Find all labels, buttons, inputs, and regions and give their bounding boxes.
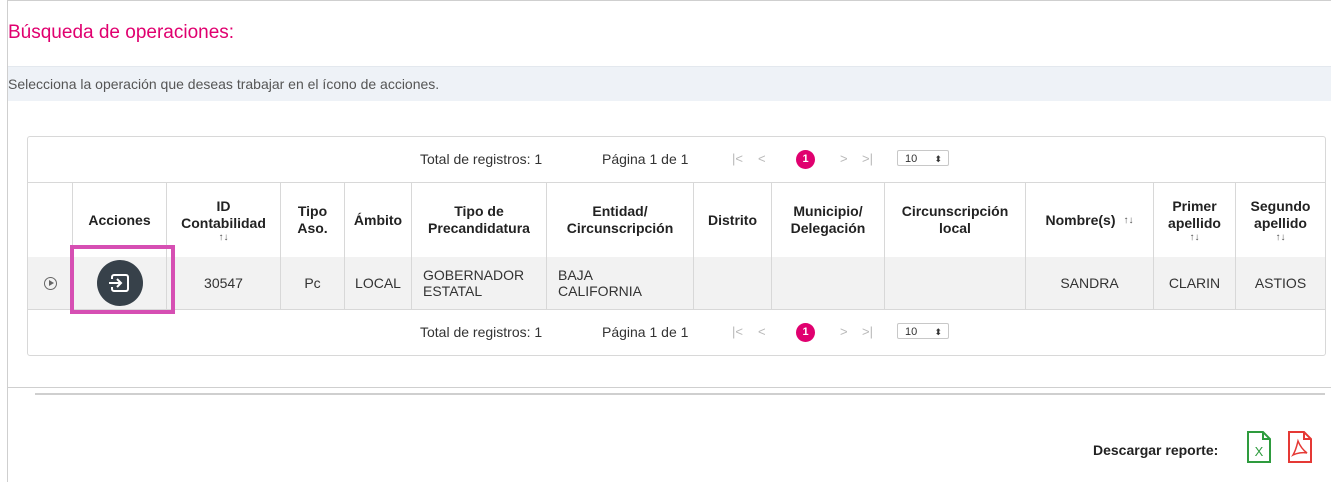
select-caret-icon: ⬍: [934, 327, 942, 337]
col-label: ID: [216, 197, 231, 214]
page-info: Página 1 de 1: [602, 151, 689, 167]
col-primer-apellido[interactable]: Primer apellido ↑↓: [1153, 183, 1235, 257]
col-label: Tipo: [297, 203, 328, 219]
pdf-icon[interactable]: [1287, 431, 1313, 463]
col-id-contabilidad[interactable]: ID Contabilidad ↑↓: [166, 183, 280, 257]
col-label: Circunscripción: [566, 220, 674, 236]
col-label: Primer: [1172, 197, 1217, 214]
col-segundo-apellido[interactable]: Segundo apellido ↑↓: [1235, 183, 1325, 257]
enter-icon: [108, 274, 129, 292]
excel-icon[interactable]: X: [1246, 431, 1272, 463]
col-label: Nombre(s): [1045, 211, 1116, 228]
col-entidad: Entidad/ Circunscripción: [546, 183, 693, 257]
col-tipo-precandidatura: Tipo de Precandidatura: [411, 183, 546, 257]
expand-row-icon[interactable]: [43, 276, 57, 290]
prev-page-button[interactable]: <: [758, 151, 766, 166]
top-border: [7, 0, 1331, 1]
page-size-value: 10: [905, 153, 918, 165]
pager-bottom: Total de registros: 1 Página 1 de 1 |< <…: [28, 310, 1325, 354]
divider: [35, 393, 1325, 395]
sort-icon[interactable]: ↑↓: [219, 232, 229, 243]
col-circunscripcion-local: Circunscripción local: [884, 183, 1025, 257]
page-title: Búsqueda de operaciones:: [8, 22, 235, 43]
col-label: Distrito: [708, 211, 757, 228]
expand-cell[interactable]: [28, 257, 72, 309]
actions-cell: [72, 257, 166, 309]
tipo-aso-cell: Pc: [280, 257, 344, 309]
sort-icon[interactable]: ↑↓: [1124, 215, 1134, 226]
entidad-cell: BAJA CALIFORNIA: [546, 257, 693, 309]
instructions-text: Selecciona la operación que deseas traba…: [8, 76, 440, 92]
page-info: Página 1 de 1: [602, 324, 689, 340]
tipo-precandidatura-cell: GOBERNADOR ESTATAL: [411, 257, 546, 309]
col-label: Contabilidad: [181, 214, 266, 231]
col-nombre[interactable]: Nombre(s) ↑↓: [1025, 183, 1153, 257]
segundo-apellido-cell: ASTIOS: [1235, 257, 1325, 309]
col-expand: [28, 183, 72, 257]
svg-text:X: X: [1255, 444, 1264, 459]
col-municipio: Municipio/ Delegación: [771, 183, 884, 257]
page-size-select[interactable]: 10 ⬍: [897, 323, 949, 339]
page-size-select[interactable]: 10 ⬍: [897, 150, 949, 166]
col-label: Acciones: [88, 211, 151, 228]
next-page-button[interactable]: >: [840, 324, 848, 339]
sort-icon[interactable]: ↑↓: [1190, 232, 1200, 243]
first-page-button[interactable]: |<: [732, 151, 743, 166]
col-distrito: Distrito: [693, 183, 771, 257]
prev-page-button[interactable]: <: [758, 324, 766, 339]
table-row: 30547 Pc LOCAL GOBERNADOR ESTATAL BAJA C…: [28, 257, 1325, 310]
col-label: Delegación: [790, 220, 866, 236]
actions-button[interactable]: [96, 260, 143, 306]
select-caret-icon: ⬍: [934, 154, 942, 164]
instructions-bar: Selecciona la operación que deseas traba…: [8, 66, 1331, 101]
total-records: Total de registros: 1: [420, 324, 543, 340]
sort-icon[interactable]: ↑↓: [1276, 232, 1286, 243]
last-page-button[interactable]: >|: [862, 151, 873, 166]
col-label: local: [939, 220, 971, 236]
current-page-button[interactable]: 1: [796, 150, 815, 169]
col-tipo-aso: Tipo Aso.: [280, 183, 344, 257]
first-page-button[interactable]: |<: [732, 324, 743, 339]
next-page-button[interactable]: >: [840, 151, 848, 166]
col-label: apellido: [1168, 214, 1221, 231]
col-label: Circunscripción: [901, 203, 1009, 219]
operations-table: Total de registros: 1 Página 1 de 1 |< <…: [27, 136, 1326, 356]
circ-local-cell: [884, 257, 1025, 309]
pager-top: Total de registros: 1 Página 1 de 1 |< <…: [28, 137, 1325, 181]
distrito-cell: [693, 257, 771, 309]
col-label: Aso.: [297, 220, 328, 236]
nombre-cell: SANDRA: [1025, 257, 1153, 309]
last-page-button[interactable]: >|: [862, 324, 873, 339]
col-ambito: Ámbito: [344, 183, 411, 257]
current-page-button[interactable]: 1: [796, 323, 815, 342]
col-label: Municipio/: [793, 203, 863, 219]
ambito-cell: LOCAL: [344, 257, 411, 309]
col-acciones: Acciones: [72, 183, 166, 257]
total-records: Total de registros: 1: [420, 151, 543, 167]
col-label: Segundo: [1250, 197, 1311, 214]
page-size-value: 10: [905, 326, 918, 338]
col-label: Entidad/: [592, 203, 648, 219]
primer-apellido-cell: CLARIN: [1153, 257, 1235, 309]
id-cell: 30547: [166, 257, 280, 309]
col-label: Tipo de: [454, 203, 504, 219]
table-header: Acciones ID Contabilidad ↑↓ Tipo Aso. Ám…: [28, 182, 1325, 258]
download-report-label: Descargar reporte:: [1093, 442, 1219, 458]
col-label: apellido: [1254, 214, 1307, 231]
col-label: Ámbito: [353, 211, 403, 228]
col-label: Precandidatura: [428, 220, 530, 236]
municipio-cell: [771, 257, 884, 309]
